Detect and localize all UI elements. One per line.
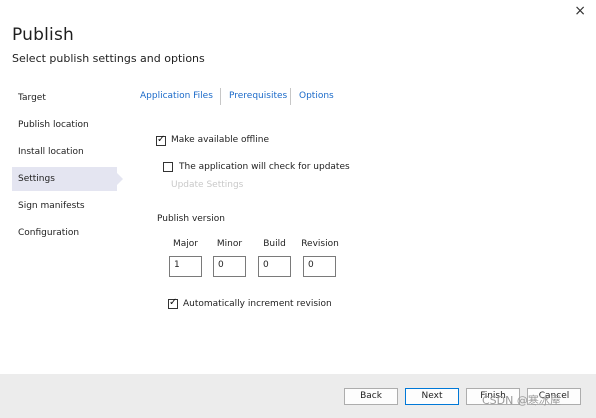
close-icon[interactable]: ×: [574, 3, 586, 19]
tab-prerequisites[interactable]: Prerequisites: [229, 91, 287, 101]
sidebar-item-label: Sign manifests: [18, 201, 85, 211]
minor-input[interactable]: 0: [213, 256, 246, 277]
tab-options[interactable]: Options: [299, 91, 334, 101]
build-input[interactable]: 0: [258, 256, 291, 277]
page-subtitle: Select publish settings and options: [12, 52, 205, 65]
tab-divider: [290, 88, 291, 105]
auto-increment-checkbox[interactable]: [168, 297, 178, 309]
offline-label: Make available offline: [171, 135, 270, 145]
sidebar-item-label: Install location: [18, 147, 84, 157]
back-button[interactable]: Back: [344, 388, 398, 405]
sidebar: Target Publish location Install location…: [12, 86, 123, 248]
auto-increment-label: Automatically increment revision: [183, 299, 332, 309]
sidebar-item-install-location[interactable]: Install location: [12, 140, 117, 164]
build-label: Build: [263, 239, 286, 249]
major-label: Major: [173, 239, 198, 249]
sidebar-item-label: Settings: [18, 174, 55, 184]
tab-application-files[interactable]: Application Files: [140, 91, 213, 101]
sidebar-item-publish-location[interactable]: Publish location: [12, 113, 117, 137]
sidebar-item-label: Publish location: [18, 120, 89, 130]
sidebar-item-target[interactable]: Target: [12, 86, 117, 110]
page-title: Publish: [12, 25, 74, 45]
watermark: CSDN @寒冰屋: [482, 394, 561, 407]
update-settings-button[interactable]: Update Settings: [171, 180, 243, 190]
major-input[interactable]: 1: [169, 256, 202, 277]
publish-version-label: Publish version: [157, 214, 225, 224]
sidebar-item-label: Target: [18, 93, 46, 103]
tab-divider: [220, 88, 221, 105]
sidebar-item-label: Configuration: [18, 228, 80, 238]
sidebar-item-configuration[interactable]: Configuration: [12, 221, 117, 245]
minor-label: Minor: [216, 239, 243, 249]
revision-label: Revision: [301, 239, 339, 249]
check-updates-label: The application will check for updates: [179, 162, 350, 172]
sidebar-item-settings[interactable]: Settings: [12, 167, 123, 191]
next-button[interactable]: Next: [405, 388, 459, 405]
sidebar-item-sign-manifests[interactable]: Sign manifests: [12, 194, 117, 218]
check-updates-checkbox[interactable]: [163, 162, 173, 172]
offline-checkbox[interactable]: [156, 134, 166, 146]
revision-input[interactable]: 0: [303, 256, 336, 277]
